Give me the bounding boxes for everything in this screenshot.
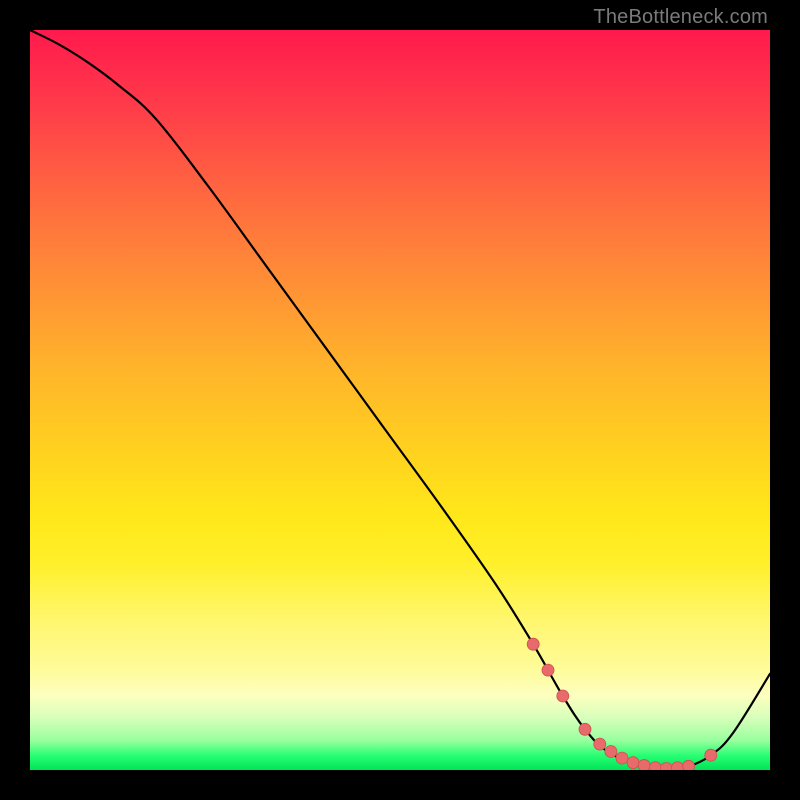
marker-point <box>594 738 606 750</box>
marker-point <box>527 638 539 650</box>
marker-point <box>542 664 554 676</box>
marker-point <box>616 752 628 764</box>
curve-svg <box>30 30 770 770</box>
marker-point <box>579 723 591 735</box>
marker-point <box>638 760 650 770</box>
chart-stage: TheBottleneck.com <box>0 0 800 800</box>
watermark-text: TheBottleneck.com <box>593 6 768 29</box>
marker-point <box>627 757 639 769</box>
marker-point <box>705 749 717 761</box>
marker-point <box>683 760 695 770</box>
marker-point <box>672 762 684 770</box>
curve-line <box>30 30 770 769</box>
marker-group <box>527 638 717 770</box>
marker-point <box>649 762 661 770</box>
marker-point <box>660 763 672 770</box>
plot-area <box>30 30 770 770</box>
marker-point <box>557 690 569 702</box>
marker-point <box>605 746 617 758</box>
